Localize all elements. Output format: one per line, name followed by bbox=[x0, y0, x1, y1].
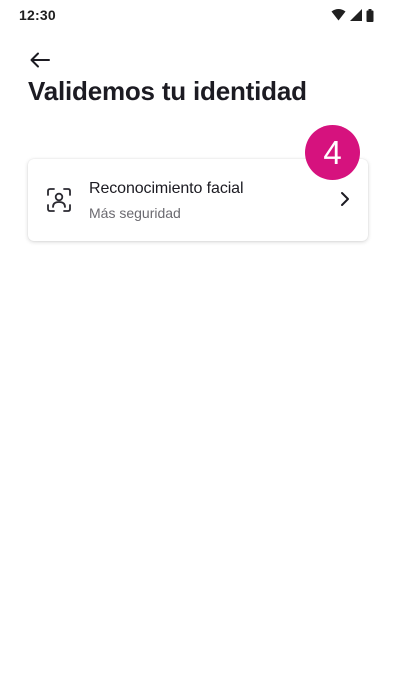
battery-icon bbox=[366, 8, 374, 22]
status-icons bbox=[331, 8, 374, 22]
arrow-left-icon bbox=[30, 52, 50, 68]
status-bar: 12:30 bbox=[0, 0, 394, 30]
back-button[interactable] bbox=[26, 47, 54, 73]
face-recognition-icon bbox=[47, 188, 71, 212]
chevron-right-icon bbox=[341, 192, 349, 206]
wifi-icon bbox=[331, 9, 346, 21]
step-badge: 4 bbox=[305, 125, 360, 180]
status-time: 12:30 bbox=[19, 7, 56, 23]
option-title: Reconocimiento facial bbox=[89, 180, 244, 197]
option-subtitle: Más seguridad bbox=[89, 205, 181, 221]
cellular-signal-icon bbox=[350, 9, 362, 21]
page-title: Validemos tu identidad bbox=[28, 76, 307, 106]
screen: 12:30 Validemos tu identidad Reconocimie… bbox=[0, 0, 394, 698]
